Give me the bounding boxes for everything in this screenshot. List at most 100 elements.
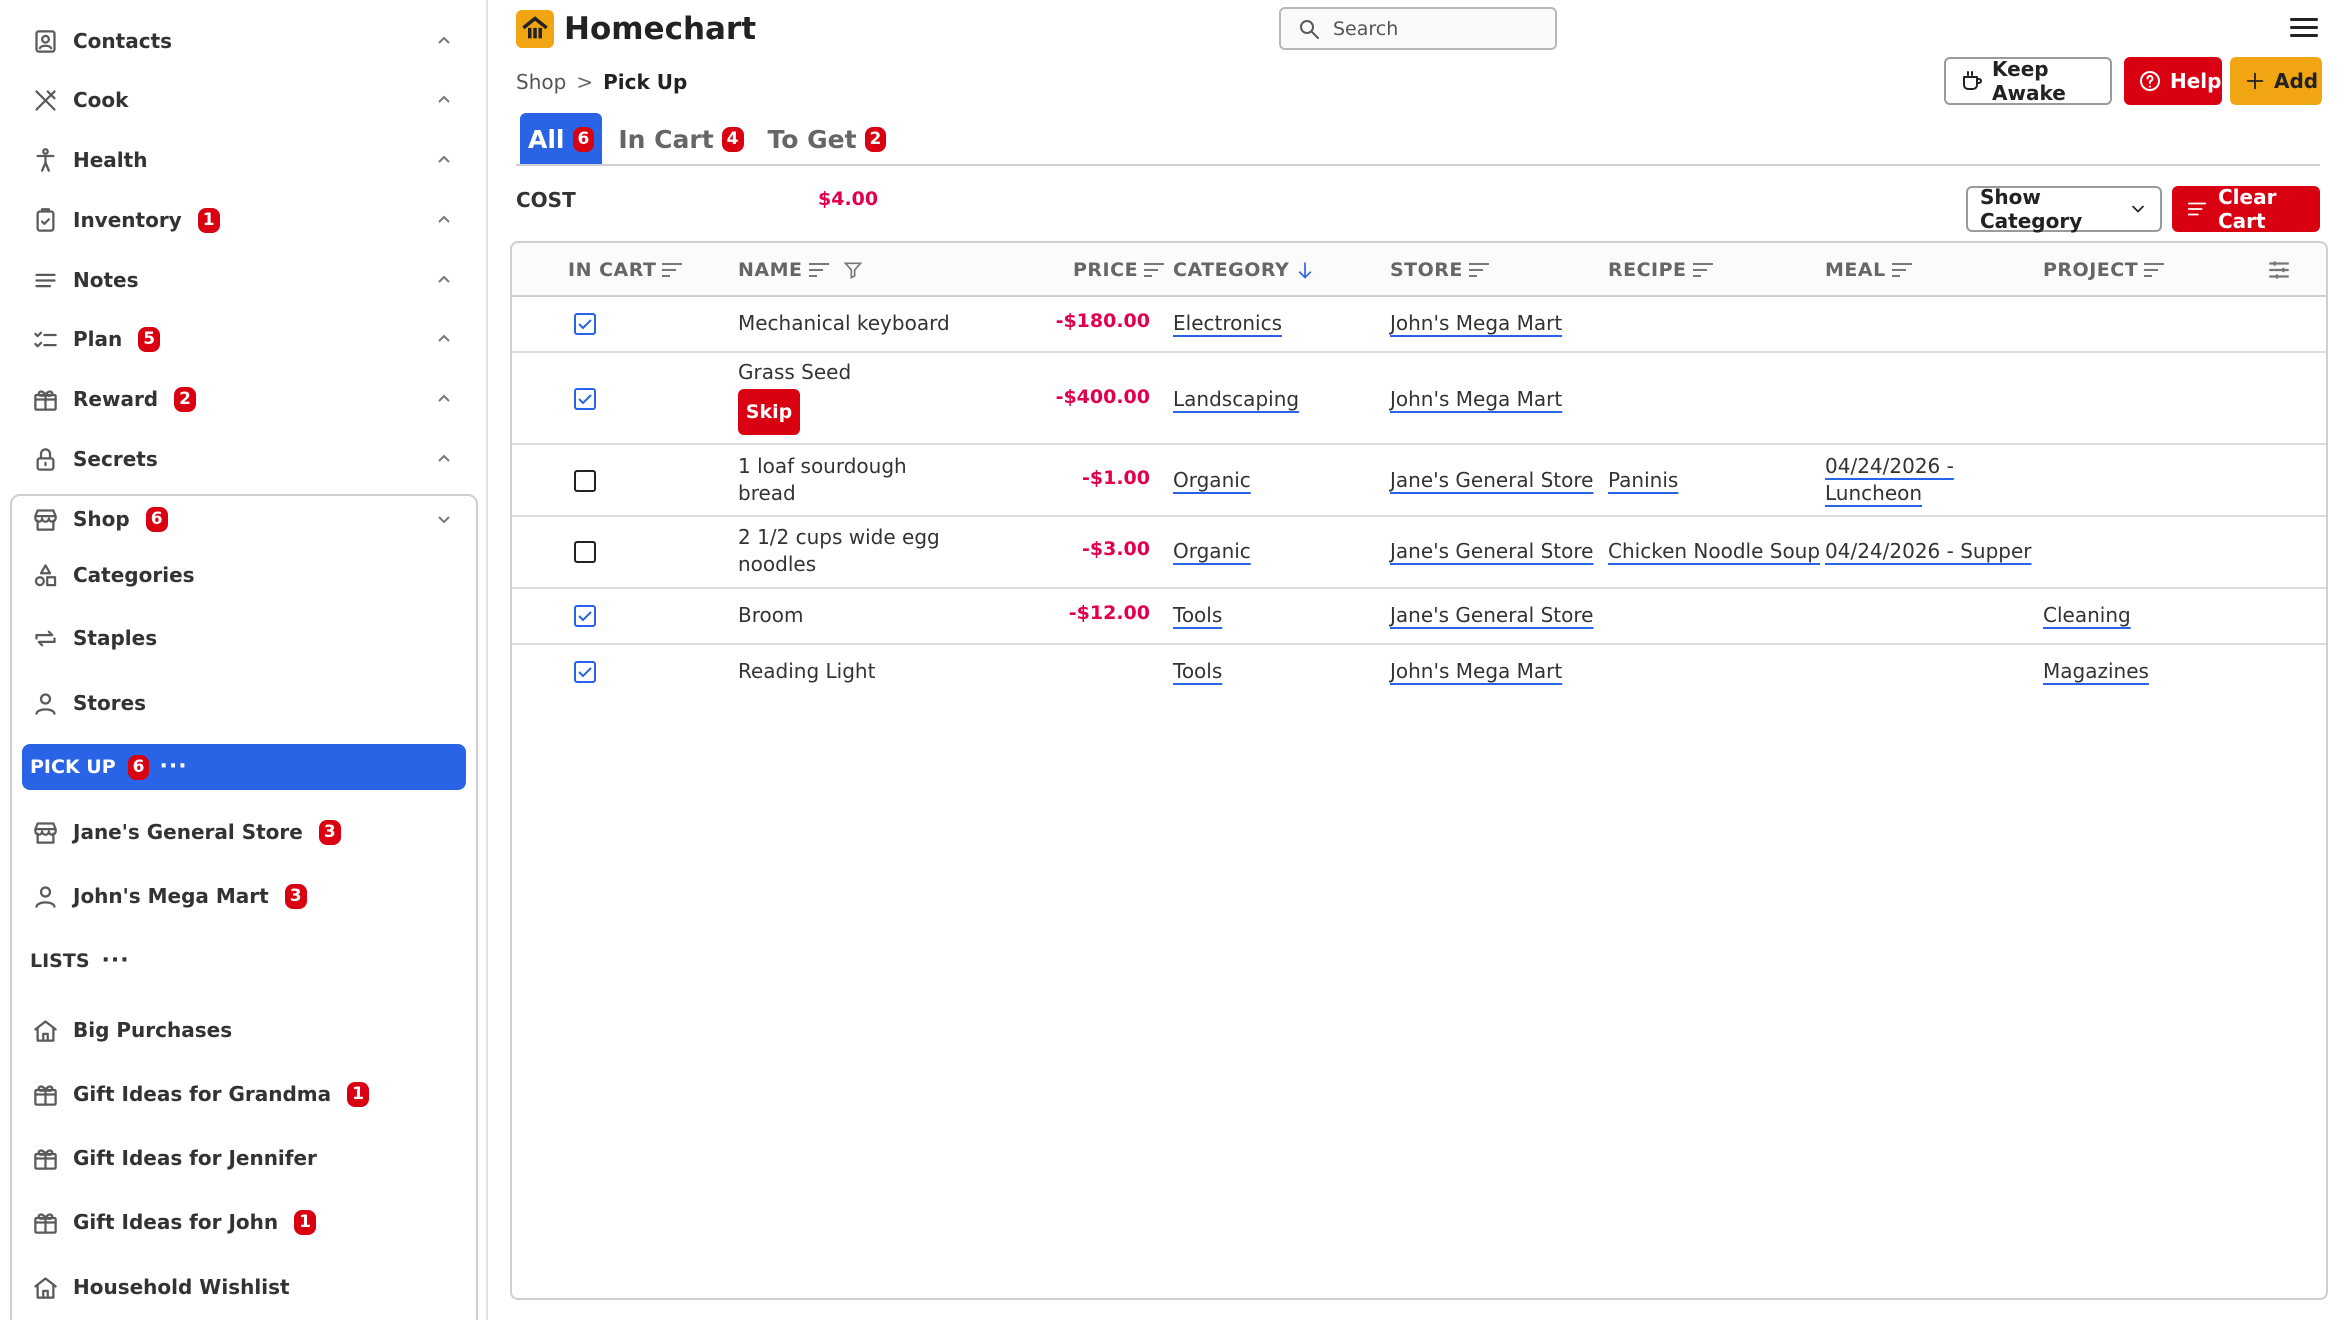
clear-cart-button[interactable]: Clear Cart <box>2172 185 2320 233</box>
sidebar-item-janes-general-store[interactable]: Jane's General Store 3 <box>32 812 452 852</box>
person-icon <box>36 147 55 172</box>
chevron-up-icon[interactable] <box>432 327 456 351</box>
column-name[interactable]: NAME <box>738 259 865 281</box>
table-row[interactable]: Grass Seed Skip -$400.00 Landscaping Joh… <box>512 353 2326 445</box>
checkbox-checked[interactable] <box>574 388 596 410</box>
category-link[interactable]: Tools <box>1173 602 1222 629</box>
item-price: -$180.00 <box>1055 310 1150 332</box>
gift-icon <box>34 1084 57 1106</box>
chevron-up-icon[interactable] <box>432 387 456 411</box>
count-badge: 1 <box>347 1081 369 1107</box>
meal-link[interactable]: 04/24/2026 - Supper <box>1825 538 2032 565</box>
chevron-up-icon[interactable] <box>432 29 456 53</box>
store-link[interactable]: Jane's General Store <box>1390 538 1593 565</box>
column-price[interactable]: PRICE <box>1073 259 1166 281</box>
chevron-up-icon[interactable] <box>432 208 456 232</box>
count-badge: 6 <box>145 506 168 532</box>
checkbox-checked[interactable] <box>574 661 596 683</box>
sidebar-item-gift-ideas-jennifer[interactable]: Gift Ideas for Jennifer <box>32 1138 452 1178</box>
category-link[interactable]: Organic <box>1173 538 1251 565</box>
store-link[interactable]: John's Mega Mart <box>1390 386 1562 413</box>
meal-link[interactable]: 04/24/2026 - <box>1825 453 1954 480</box>
search-icon <box>1300 19 1319 39</box>
sidebar-item-staples[interactable]: Staples <box>32 618 452 658</box>
tab-all[interactable]: All 6 <box>520 113 603 165</box>
column-project[interactable]: PROJECT <box>2043 259 2166 281</box>
checkbox-checked[interactable] <box>574 313 596 335</box>
show-category-dropdown[interactable]: Show Category <box>1966 185 2162 233</box>
sidebar-item-health[interactable]: Health <box>32 140 456 180</box>
sidebar-item-gift-ideas-john[interactable]: Gift Ideas for John 1 <box>32 1202 452 1242</box>
chevron-up-icon[interactable] <box>432 88 456 112</box>
hamburger-menu-icon[interactable] <box>2290 18 2318 42</box>
sidebar-item-inventory[interactable]: Inventory 1 <box>32 200 456 240</box>
chevron-up-icon[interactable] <box>432 148 456 172</box>
store-link[interactable]: Jane's General Store <box>1390 467 1593 494</box>
app-logo[interactable]: Homechart <box>516 10 756 48</box>
checkbox-unchecked[interactable] <box>574 541 596 563</box>
gift-icon <box>34 1148 57 1170</box>
column-store[interactable]: STORE <box>1390 259 1491 281</box>
category-link[interactable]: Electronics <box>1173 310 1282 337</box>
category-link[interactable]: Organic <box>1173 467 1251 494</box>
skip-button[interactable]: Skip <box>738 389 800 435</box>
sidebar-item-label: Gift Ideas for Grandma <box>73 1082 332 1106</box>
project-link[interactable]: Magazines <box>2043 658 2149 685</box>
sidebar-item-household-wishlist[interactable]: Household Wishlist <box>32 1267 452 1307</box>
sidebar-item-johns-mega-mart[interactable]: John's Mega Mart 3 <box>32 876 452 916</box>
column-meal[interactable]: MEAL <box>1825 259 1914 281</box>
column-recipe[interactable]: RECIPE <box>1608 259 1715 281</box>
category-link[interactable]: Landscaping <box>1173 386 1299 413</box>
recipe-link[interactable]: Paninis <box>1608 467 1678 494</box>
sidebar-item-secrets[interactable]: Secrets <box>32 439 456 479</box>
more-options-icon[interactable]: ··· <box>159 756 187 778</box>
table-row[interactable]: Broom -$12.00 Tools Jane's General Store… <box>512 589 2326 645</box>
sidebar: Contacts Cook Health Inventory 1 Notes P… <box>0 0 488 1320</box>
chevron-up-icon[interactable] <box>432 447 456 471</box>
project-link[interactable]: Cleaning <box>2043 602 2131 629</box>
store-link[interactable]: John's Mega Mart <box>1390 658 1562 685</box>
sidebar-item-shop[interactable]: Shop 6 <box>32 499 456 539</box>
sidebar-item-gift-ideas-grandma[interactable]: Gift Ideas for Grandma 1 <box>32 1074 452 1114</box>
recipe-link[interactable]: Chicken Noodle Soup <box>1608 538 1820 565</box>
tab-in-cart[interactable]: In Cart 4 <box>610 113 751 165</box>
sidebar-item-contacts[interactable]: Contacts <box>32 21 456 61</box>
filter-icon[interactable] <box>841 260 865 280</box>
column-in-cart[interactable]: IN CART <box>568 259 684 281</box>
table-row[interactable]: 2 1/2 cups wide egg noodles -$3.00 Organ… <box>512 517 2326 589</box>
items-table: IN CART NAME PRICE CATEGORY STORE RECIPE… <box>510 241 2328 1300</box>
checkbox-unchecked[interactable] <box>574 470 596 492</box>
chevron-down-icon[interactable] <box>432 507 456 531</box>
keep-awake-button[interactable]: Keep Awake <box>1944 57 2112 105</box>
category-link[interactable]: Tools <box>1173 658 1222 685</box>
sidebar-item-label: Cook <box>73 88 129 112</box>
sidebar-item-label: Staples <box>73 626 158 650</box>
sidebar-item-pick-up[interactable]: PICK UP 6 ··· <box>22 744 466 790</box>
column-settings-icon[interactable] <box>2266 257 2292 283</box>
add-button[interactable]: Add <box>2230 57 2322 105</box>
tab-to-get[interactable]: To Get 2 <box>760 113 895 165</box>
breadcrumb-shop[interactable]: Shop <box>516 70 566 94</box>
search-input[interactable]: Search <box>1279 7 1557 50</box>
checkbox-checked[interactable] <box>574 605 596 627</box>
item-name-cont: noodles <box>738 552 817 576</box>
more-options-icon[interactable]: ··· <box>102 950 130 972</box>
sidebar-item-big-purchases[interactable]: Big Purchases <box>32 1010 452 1050</box>
user-icon <box>35 885 56 908</box>
store-link[interactable]: Jane's General Store <box>1390 602 1593 629</box>
sidebar-item-plan[interactable]: Plan 5 <box>32 319 456 359</box>
column-category[interactable]: CATEGORY <box>1173 259 1317 281</box>
table-row[interactable]: 1 loaf sourdough bread -$1.00 Organic Ja… <box>512 445 2326 517</box>
sidebar-item-stores[interactable]: Stores <box>32 683 452 723</box>
table-row[interactable]: Mechanical keyboard -$180.00 Electronics… <box>512 297 2326 353</box>
store-link[interactable]: John's Mega Mart <box>1390 310 1562 337</box>
sidebar-item-reward[interactable]: Reward 2 <box>32 379 456 419</box>
column-label: CATEGORY <box>1173 259 1290 281</box>
sidebar-item-categories[interactable]: Categories <box>32 555 452 595</box>
sidebar-item-notes[interactable]: Notes <box>32 260 456 300</box>
sidebar-item-cook[interactable]: Cook <box>32 80 456 120</box>
chevron-up-icon[interactable] <box>432 268 456 292</box>
meal-link-cont[interactable]: Luncheon <box>1825 480 1922 507</box>
table-row[interactable]: Reading Light Tools John's Mega Mart Mag… <box>512 645 2326 701</box>
help-button[interactable]: Help <box>2124 57 2222 105</box>
